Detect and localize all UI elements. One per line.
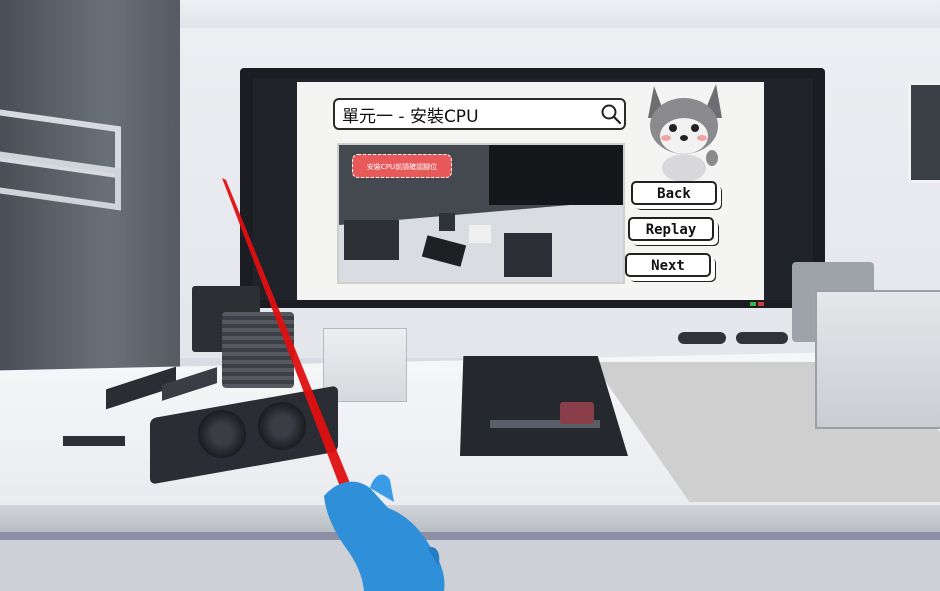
vr-hand bbox=[324, 474, 445, 591]
laser-pointer bbox=[222, 178, 352, 492]
